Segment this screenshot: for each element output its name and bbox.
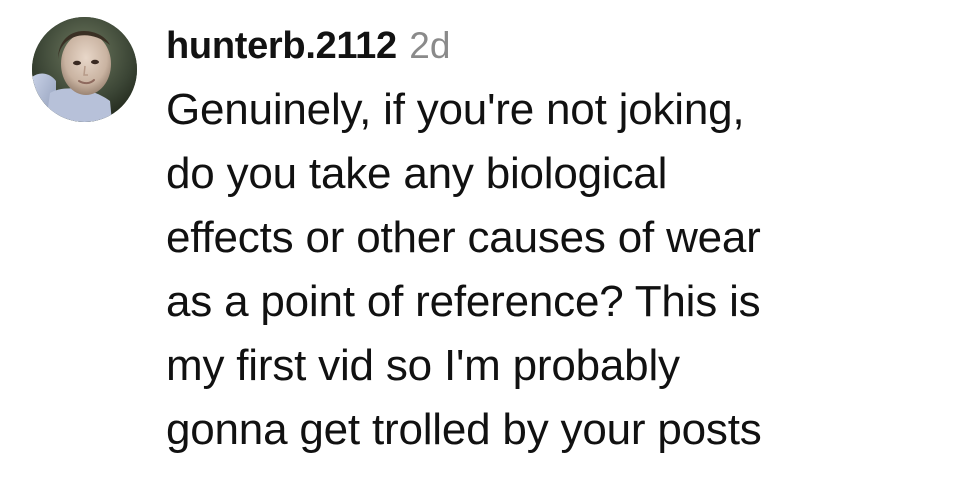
comment-content: hunterb.2112 2d Genuinely, if you're not…	[166, 20, 966, 462]
comment-text-line: as a point of reference? This is	[166, 277, 761, 326]
comment-text-line: gonna get trolled by your posts	[166, 405, 762, 454]
comment-item: hunterb.2112 2d Genuinely, if you're not…	[0, 0, 980, 495]
avatar[interactable]	[32, 17, 137, 122]
comment-text-line: my first vid so I'm probably	[166, 341, 680, 390]
comment-meta: hunterb.2112 2d	[166, 20, 966, 72]
timestamp: 2d	[409, 25, 451, 66]
comment-text-line: do you take any biological	[166, 149, 668, 198]
profile-photo-icon	[32, 17, 137, 122]
comment-text: Genuinely, if you're not joking, do you …	[166, 78, 966, 462]
comment-text-line: Genuinely, if you're not joking,	[166, 85, 745, 134]
comment-text-line: effects or other causes of wear	[166, 213, 761, 262]
username-link[interactable]: hunterb.2112	[166, 25, 397, 67]
